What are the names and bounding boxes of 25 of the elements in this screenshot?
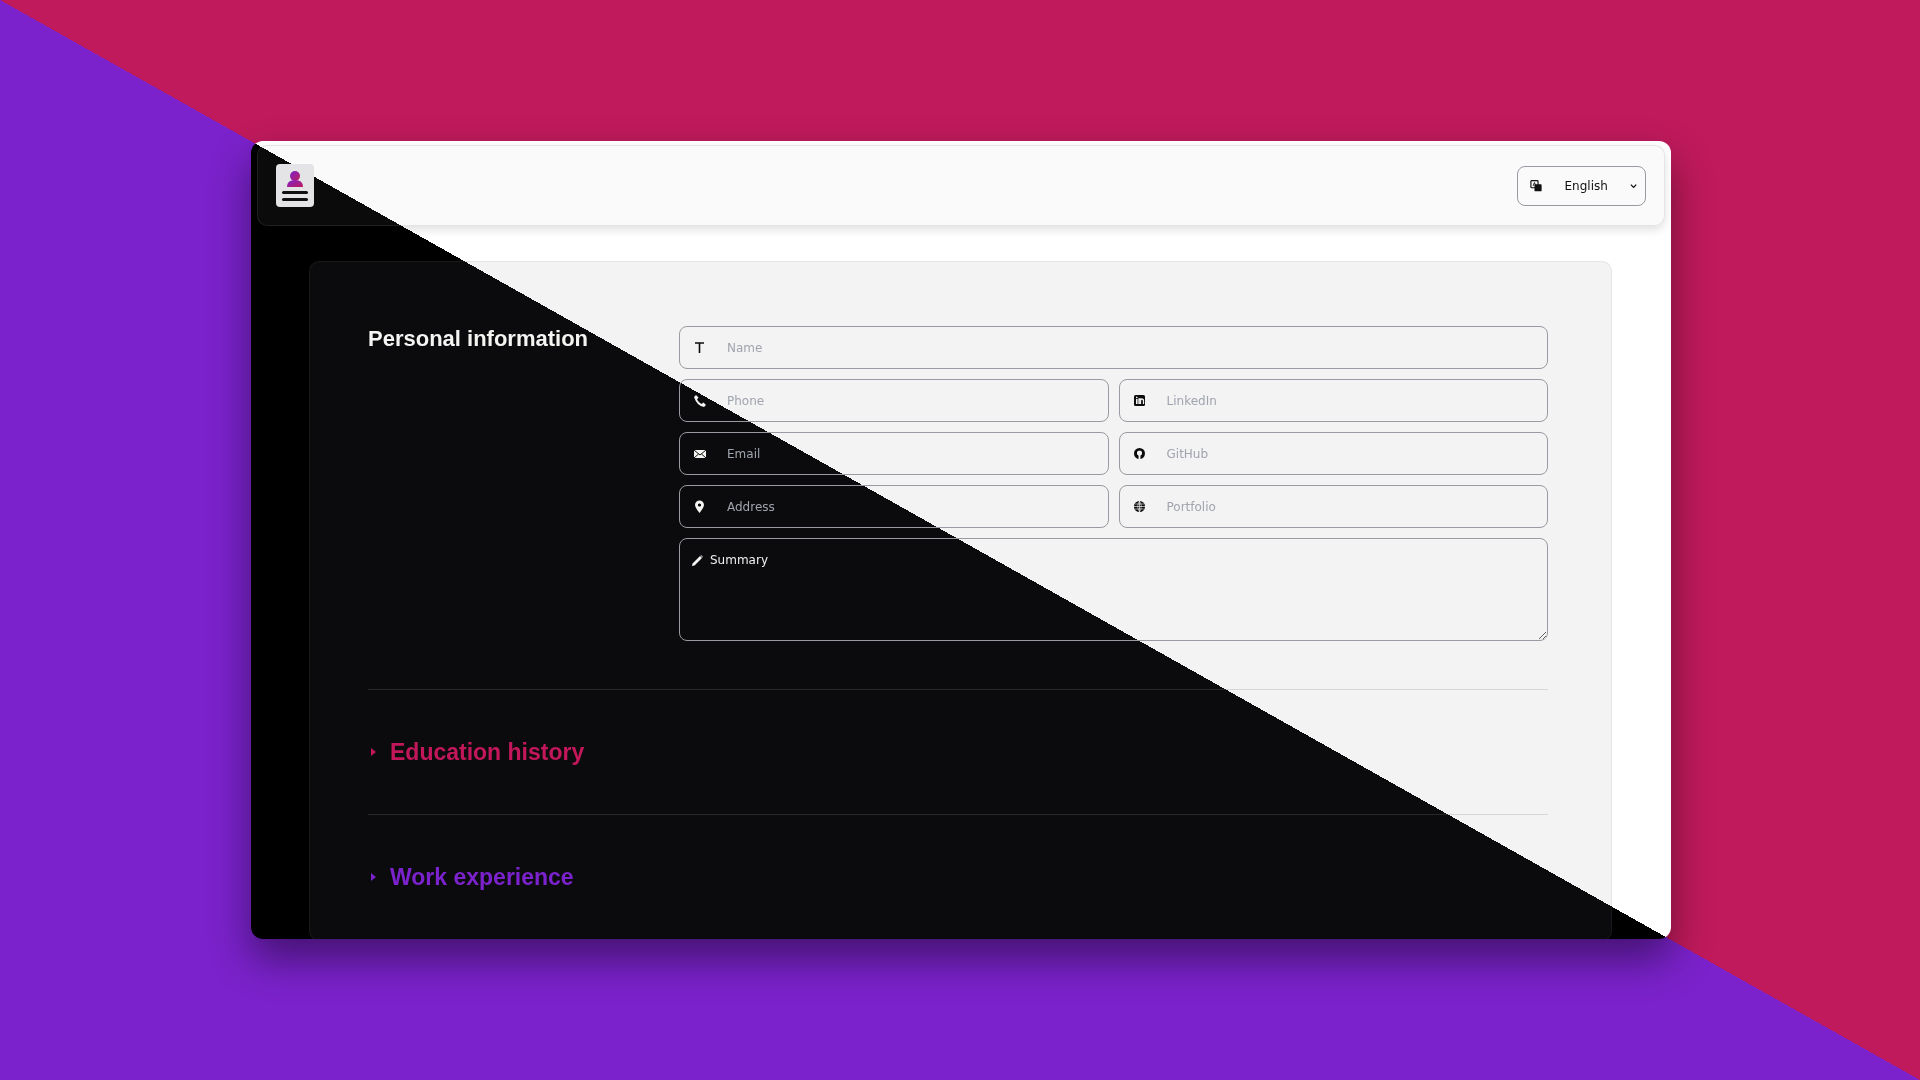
caret-right-icon[interactable] [368, 872, 378, 882]
chevron-down-icon [1629, 182, 1637, 189]
pencil-icon [691, 554, 704, 567]
input-field[interactable]: LinkedIn [1118, 379, 1548, 422]
text-icon [693, 341, 706, 354]
input-field[interactable]: Address [679, 485, 1109, 528]
section-heading: Personal information [368, 326, 590, 352]
input-field[interactable]: Phone [679, 379, 1109, 422]
location-pin-icon [693, 500, 706, 513]
translate-icon [1530, 178, 1543, 193]
envelope-icon [693, 447, 706, 460]
linkedin-icon [1132, 394, 1146, 407]
section-toggle[interactable]: Work experience [390, 863, 574, 891]
input-field[interactable]: Portfolio [1118, 485, 1548, 528]
language-select[interactable]: English [1517, 165, 1646, 206]
input-field[interactable]: Name [679, 326, 1548, 369]
github-icon [1132, 447, 1146, 460]
summary-field[interactable]: Summary [679, 538, 1548, 641]
phone-icon [693, 394, 706, 407]
logo-icon[interactable] [275, 163, 315, 208]
caret-right-icon[interactable] [368, 747, 378, 757]
globe-icon [1132, 500, 1146, 513]
input-field[interactable]: Email [679, 432, 1109, 475]
input-field[interactable]: GitHub [1118, 432, 1548, 475]
section-toggle[interactable]: Education history [390, 738, 585, 766]
